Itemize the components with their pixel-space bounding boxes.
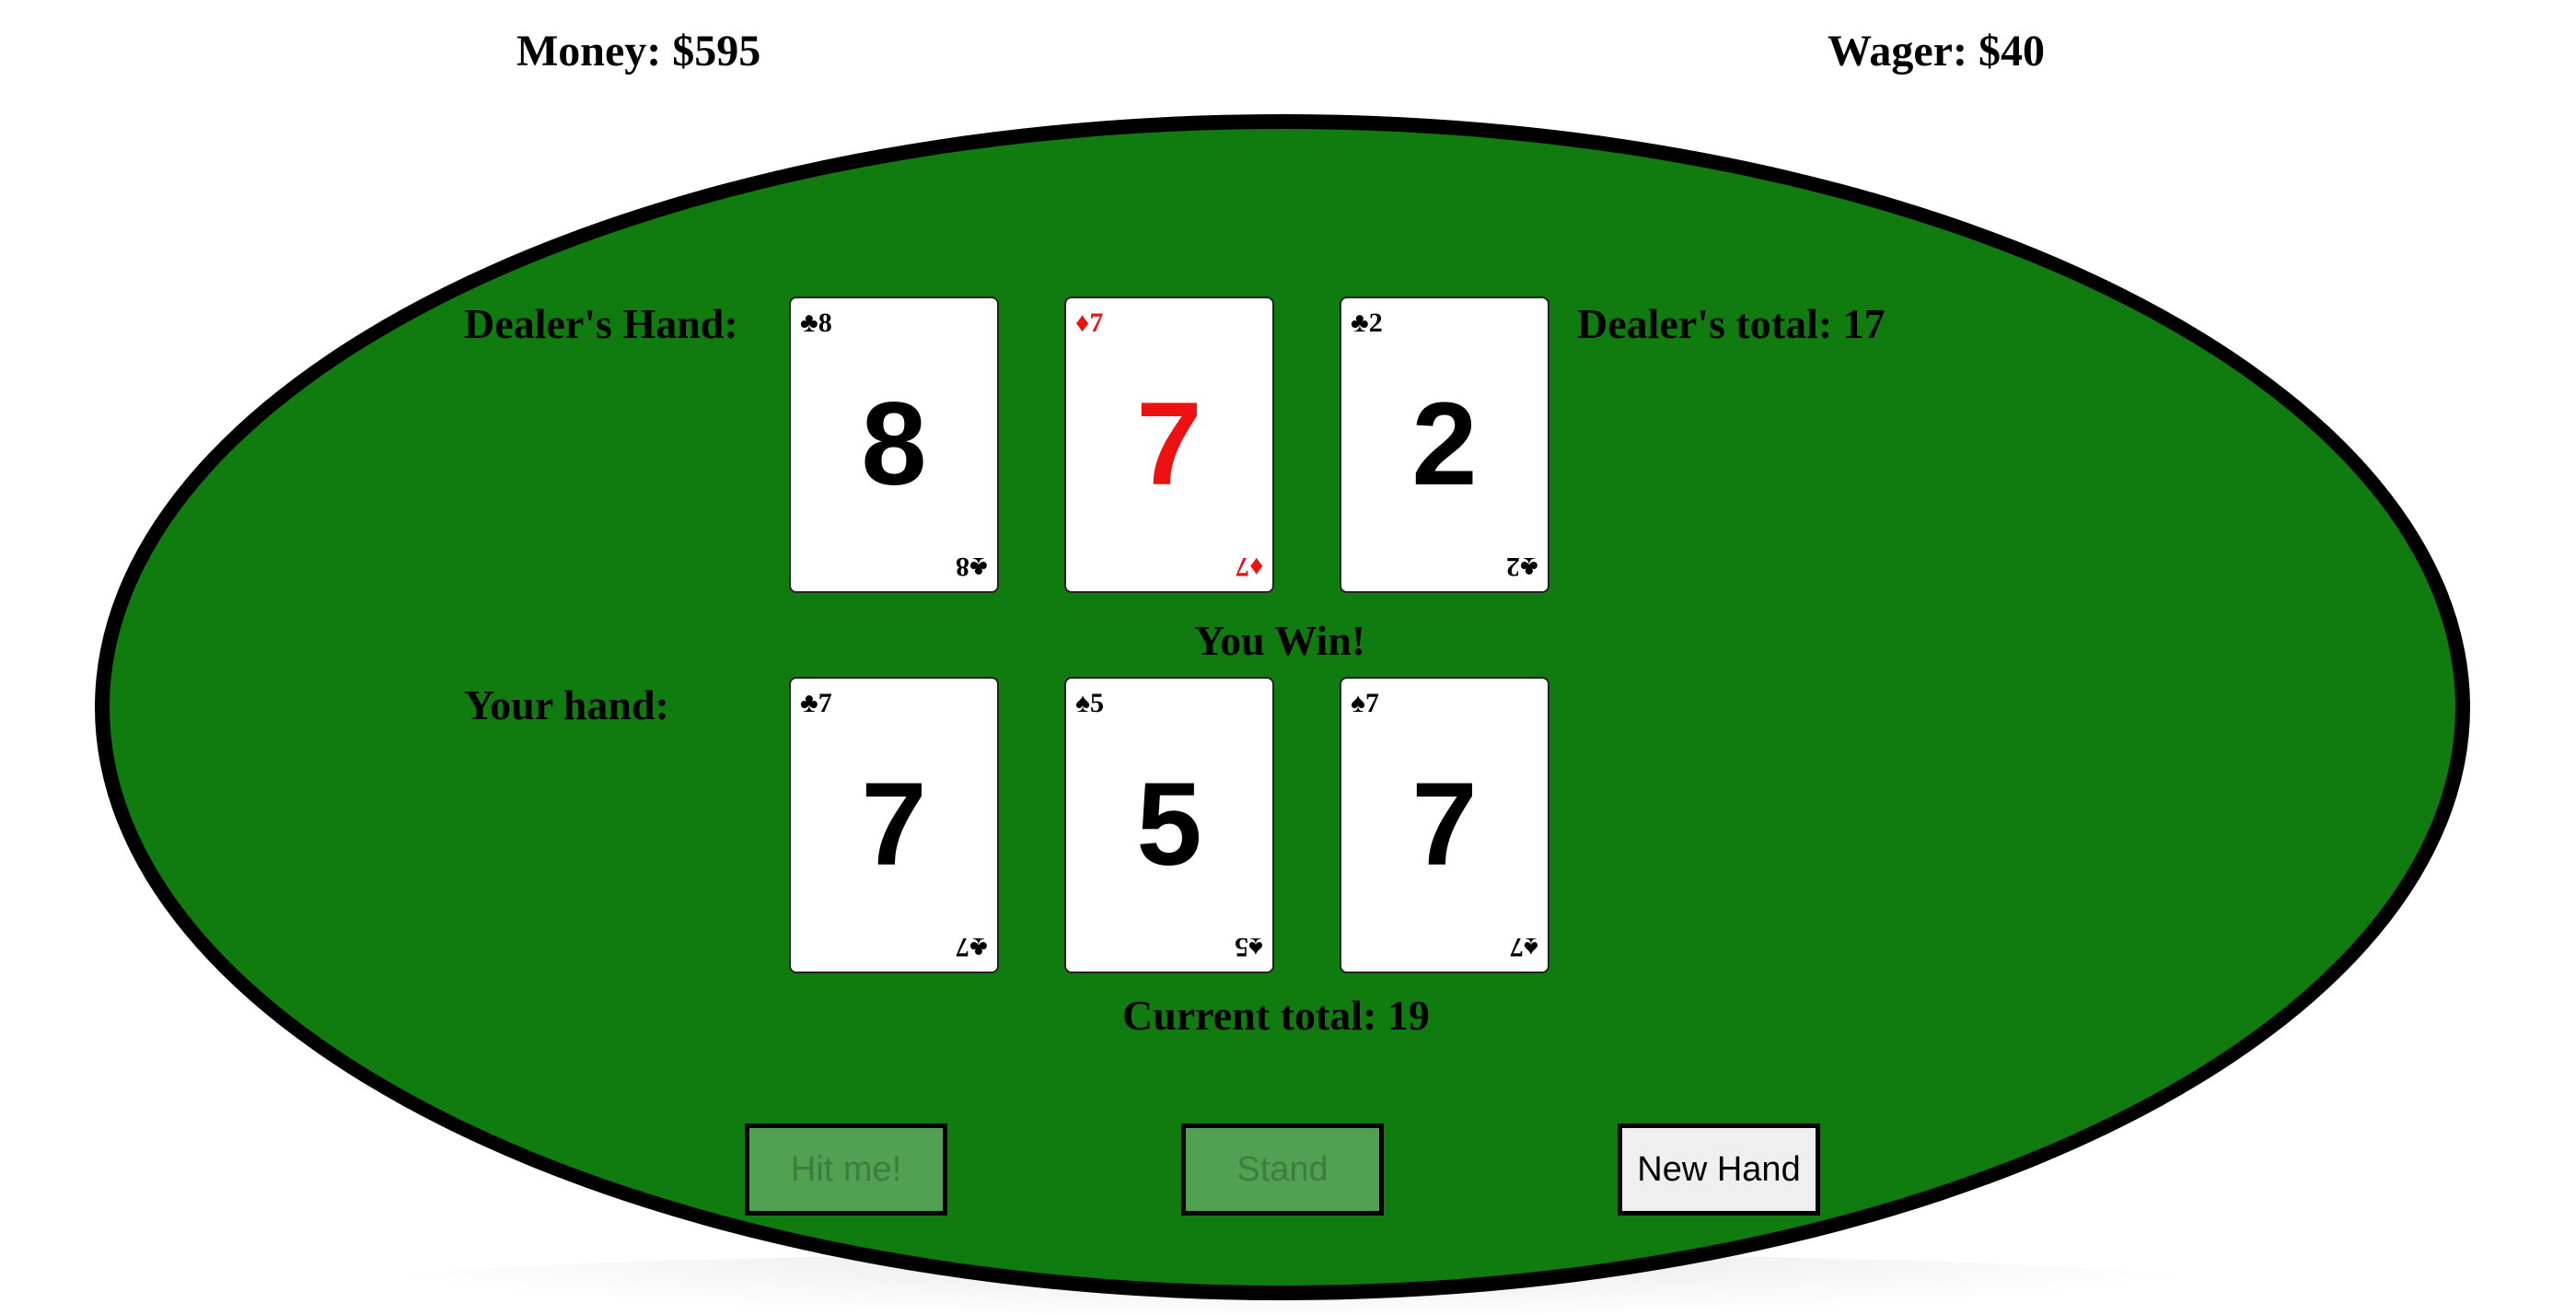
card-corner-top: ♣8 [800, 308, 832, 338]
card-corner-top: ♣2 [1351, 308, 1383, 338]
card-rank: 7 [1411, 759, 1478, 890]
player-card-3: ♠7 7 ♠7 [1340, 677, 1549, 973]
card-corner-bottom: ♠5 [1235, 932, 1263, 962]
dealer-card-3: ♣2 2 ♣2 [1340, 297, 1549, 593]
dealer-total: Dealer's total: 17 [1577, 300, 1886, 347]
card-rank: 2 [1411, 378, 1478, 510]
blackjack-table [95, 114, 2470, 1300]
player-hand-label: Your hand: [464, 681, 669, 728]
stand-button-label: Stand [1236, 1150, 1329, 1189]
card-rank: 8 [861, 378, 927, 510]
card-corner-bottom: ♦7 [1235, 552, 1263, 582]
card-rank: 7 [1136, 378, 1202, 510]
money-display: Money: $595 [516, 27, 761, 76]
new-hand-button[interactable]: New Hand [1618, 1123, 1820, 1216]
card-corner-top: ♦7 [1075, 308, 1104, 338]
card-corner-top: ♠5 [1075, 688, 1104, 718]
new-hand-button-label: New Hand [1637, 1150, 1801, 1189]
player-card-2: ♠5 5 ♠5 [1064, 677, 1274, 973]
card-corner-bottom: ♣7 [956, 932, 988, 962]
card-corner-bottom: ♠7 [1510, 932, 1538, 962]
card-corner-bottom: ♣8 [956, 552, 988, 582]
card-rank: 7 [861, 759, 927, 890]
hit-button[interactable]: Hit me! [745, 1123, 947, 1216]
result-message: You Win! [1194, 617, 1366, 664]
stand-button[interactable]: Stand [1181, 1123, 1384, 1216]
wager-display: Wager: $40 [1828, 27, 2045, 76]
card-corner-top: ♠7 [1351, 688, 1379, 718]
dealer-card-1: ♣8 8 ♣8 [789, 297, 999, 593]
card-corner-bottom: ♣2 [1506, 552, 1538, 582]
card-corner-top: ♣7 [800, 688, 832, 718]
card-rank: 5 [1136, 759, 1202, 890]
player-current-total: Current total: 19 [1122, 992, 1430, 1039]
dealer-card-2: ♦7 7 ♦7 [1064, 297, 1274, 593]
dealer-hand-label: Dealer's Hand: [464, 300, 738, 347]
player-card-1: ♣7 7 ♣7 [789, 677, 999, 973]
hit-button-label: Hit me! [790, 1150, 902, 1189]
